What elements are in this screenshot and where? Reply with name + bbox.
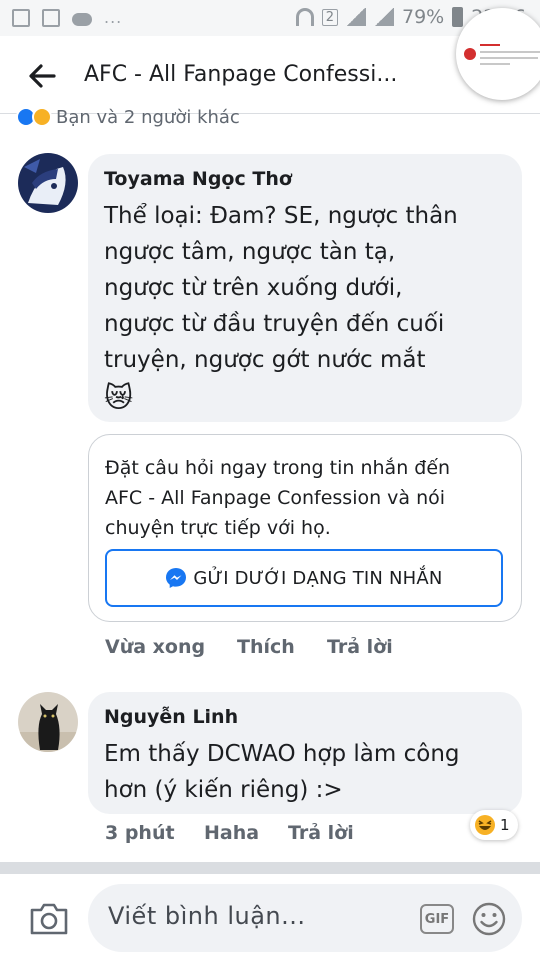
gif-button[interactable]: GIF: [420, 904, 454, 934]
comment-input[interactable]: Viết bình luận... GIF: [88, 884, 522, 952]
comment-line: Em thấy DCWAO hợp làm công: [104, 741, 460, 767]
haha-button[interactable]: Haha: [204, 822, 288, 844]
reply-button[interactable]: Trả lời: [327, 636, 393, 658]
message-prompt-text: Đặt câu hỏi ngay trong tin nhắn đến AFC …: [105, 453, 510, 543]
messenger-icon: [166, 568, 187, 588]
smiley-icon: [472, 902, 506, 936]
comment-input-placeholder: Viết bình luận...: [108, 902, 306, 930]
comment-actions: Vừa xong Thích Trả lời: [105, 636, 393, 658]
comment-actions: 3 phút Haha Trả lời: [105, 822, 354, 844]
reaction-count: 1: [500, 816, 510, 834]
avatar-image: [18, 692, 78, 752]
comment-line: ngược tâm, ngược tàn tạ,: [104, 239, 396, 265]
battery-icon: [452, 7, 464, 27]
sim-slot-badge: 2: [321, 8, 338, 26]
signal-icon-2: [374, 8, 394, 26]
comment-line: hơn (ý kiến riêng) :>: [104, 777, 343, 803]
comment-reaction-badge[interactable]: 1: [470, 810, 518, 840]
reply-button[interactable]: Trả lời: [288, 822, 354, 844]
reactions-text: Bạn và 2 người khác: [56, 106, 240, 128]
signal-icon: [346, 8, 366, 26]
crying-cat-emoji: 😿: [104, 381, 134, 414]
comment-line: truyện, ngược gớt nước mắt: [104, 347, 426, 373]
avatar[interactable]: [18, 153, 78, 213]
comment-text: Thể loại: Đam? SE, ngược thân ngược tâm,…: [104, 198, 514, 418]
camera-icon: [30, 903, 68, 935]
page-title: AFC - All Fanpage Confessi...: [84, 62, 398, 87]
like-button[interactable]: Thích: [237, 636, 327, 658]
comment-text: Em thấy DCWAO hợp làm công hơn (ý kiến r…: [104, 736, 514, 808]
prompt-line: Đặt câu hỏi ngay trong tin nhắn đến: [105, 457, 451, 479]
cloud-icon: [72, 12, 92, 26]
thumbnail-logo: [464, 48, 476, 60]
camera-button[interactable]: [28, 902, 70, 936]
haha-reaction-icon: [475, 815, 495, 835]
message-prompt-card: Đặt câu hỏi ngay trong tin nhắn đến AFC …: [88, 434, 522, 622]
comment-line: ngược từ trên xuống dưới,: [104, 275, 403, 301]
wifi-icon: [295, 8, 314, 26]
send-as-message-label: GỬI DƯỚI DẠNG TIN NHẮN: [193, 567, 443, 589]
comment-bubble: Toyama Ngọc Thơ Thể loại: Đam? SE, ngược…: [88, 154, 522, 422]
avatar[interactable]: [18, 692, 78, 752]
comment-line: ngược từ đầu truyện đến cuối: [104, 311, 445, 337]
prompt-line: AFC - All Fanpage Confession và nói: [105, 487, 446, 509]
gallery-icon: [42, 8, 60, 27]
comment-author[interactable]: Toyama Ngọc Thơ: [104, 168, 292, 190]
notification-icon: [12, 8, 30, 27]
comment-author[interactable]: Nguyễn Linh: [104, 706, 238, 728]
comment-composer: Viết bình luận... GIF: [0, 874, 540, 960]
post-thumbnail[interactable]: [456, 8, 540, 100]
avatar-image: [18, 153, 78, 213]
post-reactions-summary[interactable]: Bạn và 2 người khác: [16, 106, 240, 128]
back-arrow-icon: [29, 64, 56, 88]
back-button[interactable]: [22, 58, 62, 94]
composer-divider: [0, 862, 540, 874]
comment-bubble: Nguyễn Linh Em thấy DCWAO hợp làm công h…: [88, 692, 522, 814]
haha-reaction-icon: [32, 107, 52, 127]
thumbnail-preview: [464, 42, 540, 70]
battery-percent: 79%: [402, 6, 445, 28]
prompt-line: chuyện trực tiếp với họ.: [105, 517, 331, 539]
status-bar: ... 2 79% 22:06: [0, 0, 540, 36]
comment-timestamp[interactable]: 3 phút: [105, 822, 204, 844]
send-as-message-button[interactable]: GỬI DƯỚI DẠNG TIN NHẮN: [105, 549, 503, 607]
emoji-button[interactable]: [470, 900, 508, 938]
comment-timestamp[interactable]: Vừa xong: [105, 636, 237, 658]
overflow-indicator: ...: [104, 8, 123, 27]
comment-line: Thể loại: Đam? SE, ngược thân: [104, 203, 458, 229]
